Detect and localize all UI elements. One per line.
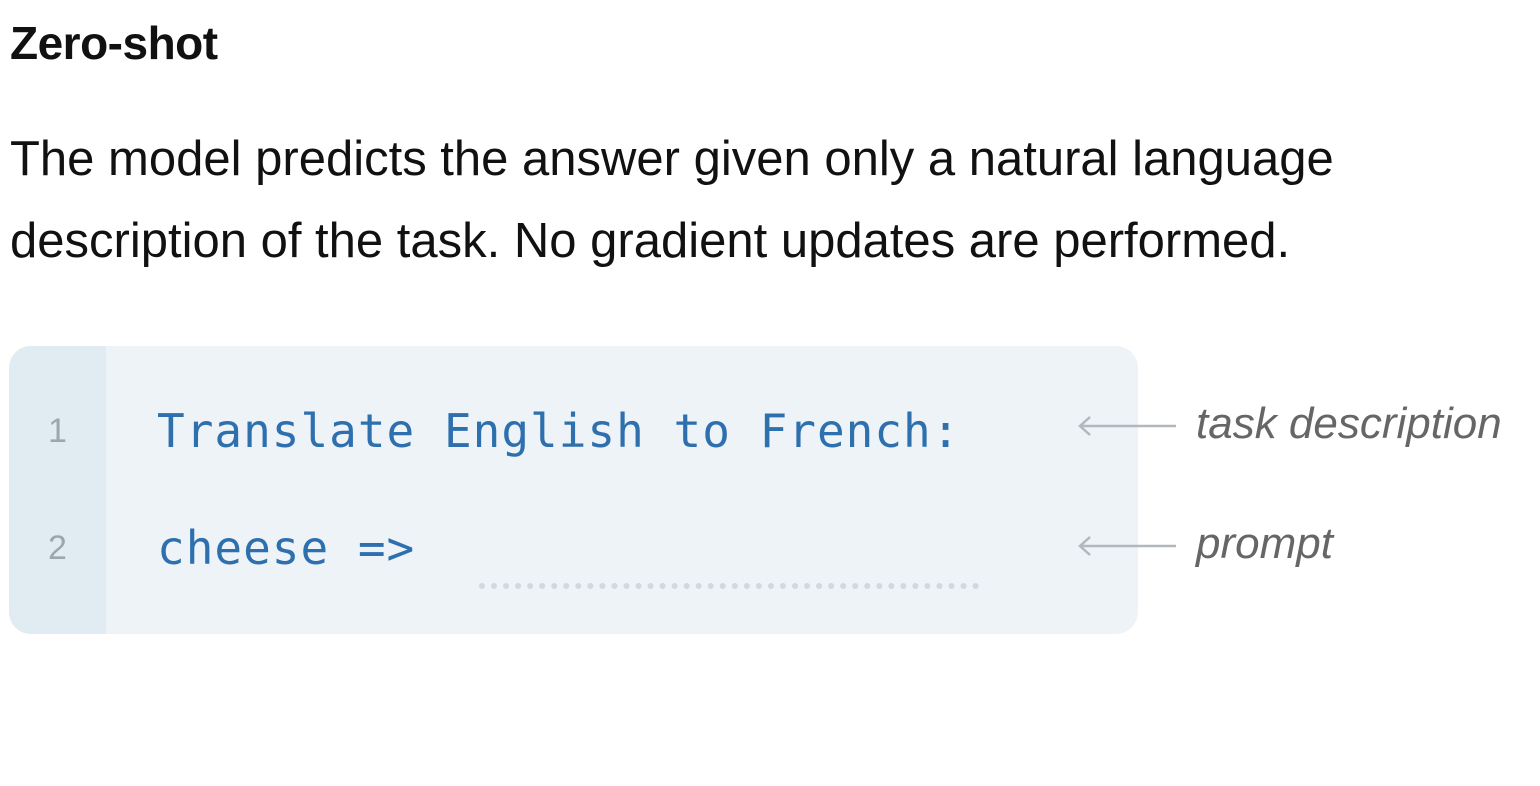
page-title: Zero-shot (10, 17, 218, 69)
arrow-left-icon (1078, 416, 1176, 436)
annotation-label: task description (1196, 399, 1502, 448)
line-number: 1 (48, 412, 67, 450)
code-line-prompt: cheese => (157, 521, 416, 575)
code-line-task-description: Translate English to French: (157, 404, 961, 458)
description-text: The model predicts the answer given only… (10, 132, 1334, 268)
line-number-gutter (9, 346, 106, 634)
annotation-label: prompt (1196, 519, 1333, 568)
answer-blank (479, 583, 979, 589)
arrow-left-icon (1078, 536, 1176, 556)
line-number: 2 (48, 529, 67, 567)
code-block: 1 Translate English to French: 2 cheese … (9, 346, 1138, 634)
